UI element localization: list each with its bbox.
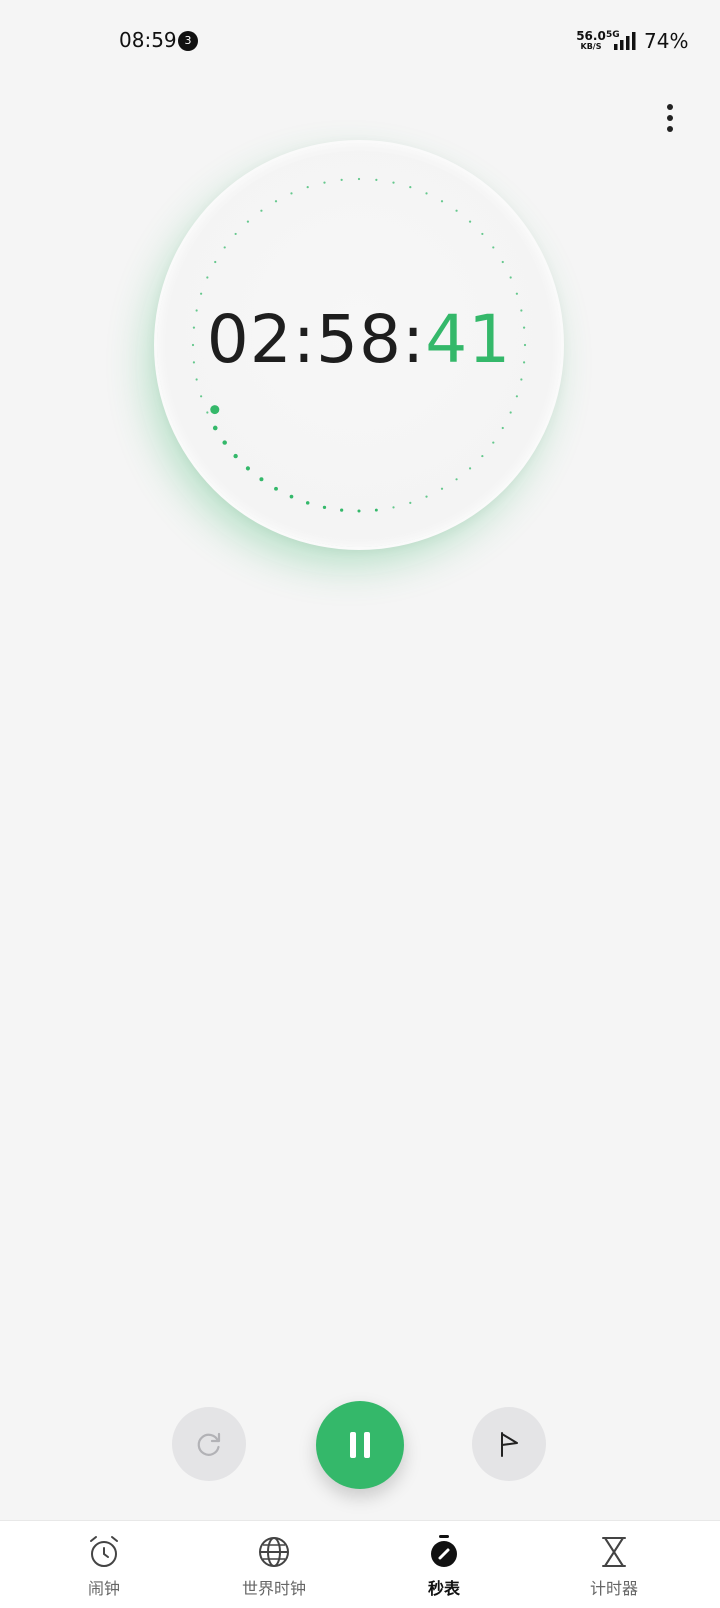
status-time: 08:59 bbox=[119, 28, 177, 52]
elapsed-time: 02:58:41 bbox=[157, 300, 561, 380]
dial-tick bbox=[246, 220, 250, 223]
tab-timer-label: 计时器 bbox=[589, 1579, 638, 1598]
dial-tick bbox=[440, 487, 444, 490]
dial-tick bbox=[392, 506, 395, 509]
dial-tick bbox=[200, 292, 203, 295]
dial-tick bbox=[357, 177, 361, 181]
dial-tick bbox=[425, 495, 428, 498]
dial-tick bbox=[492, 246, 495, 249]
dial-tick bbox=[200, 395, 203, 398]
dial-tick bbox=[274, 200, 278, 203]
dial-tick bbox=[212, 425, 218, 431]
dial-tick bbox=[492, 441, 495, 444]
pause-button[interactable] bbox=[316, 1401, 404, 1489]
hourglass-icon bbox=[602, 1537, 626, 1567]
dial-tick bbox=[340, 508, 344, 512]
dial-tick bbox=[290, 192, 293, 195]
dial-tick bbox=[440, 200, 444, 203]
bottom-navigation: 闹钟 世界时钟 秒表 计时器 bbox=[0, 1520, 720, 1608]
globe-icon bbox=[259, 1537, 289, 1567]
dial-tick bbox=[515, 292, 518, 295]
dial-tick bbox=[515, 395, 518, 398]
dial-tick bbox=[234, 232, 237, 236]
tab-timer[interactable]: 计时器 bbox=[554, 1521, 674, 1608]
signal-icon bbox=[614, 32, 636, 50]
lap-button[interactable] bbox=[472, 1407, 546, 1481]
dial-tick bbox=[214, 260, 217, 264]
dial-tick bbox=[306, 186, 309, 189]
tab-alarm[interactable]: 闹钟 bbox=[44, 1521, 164, 1608]
dial-tick bbox=[305, 501, 310, 505]
elapsed-seconds: 41 bbox=[425, 301, 512, 378]
elapsed-hours-minutes: 02:58: bbox=[206, 301, 426, 378]
dial-tick bbox=[501, 426, 504, 430]
tab-alarm-label: 闹钟 bbox=[87, 1579, 120, 1598]
battery-level: 74% bbox=[644, 29, 689, 53]
current-second-indicator bbox=[210, 405, 220, 415]
pause-icon bbox=[350, 1432, 370, 1458]
dial-tick bbox=[274, 486, 278, 491]
more-vertical-icon bbox=[667, 104, 673, 132]
dial-tick bbox=[409, 501, 412, 504]
dial-tick bbox=[501, 260, 504, 264]
dial-tick bbox=[245, 466, 250, 471]
tab-stopwatch[interactable]: 秒表 bbox=[384, 1521, 504, 1608]
flag-icon bbox=[501, 1432, 518, 1457]
dial-tick bbox=[481, 454, 484, 458]
dial-tick bbox=[392, 181, 395, 184]
network-speed-unit: KB/S bbox=[580, 42, 602, 51]
dial-tick bbox=[375, 178, 378, 182]
dial-tick bbox=[289, 494, 294, 499]
notification-badge: 3 bbox=[178, 31, 198, 51]
dial-tick bbox=[425, 192, 428, 195]
dial-tick bbox=[357, 509, 361, 513]
dial-tick bbox=[468, 220, 472, 223]
dial-tick bbox=[509, 411, 512, 414]
dial-tick bbox=[233, 453, 238, 459]
network-speed-value: 56.0 bbox=[576, 29, 606, 43]
stopwatch-screen: 08:59 3 56.0 KB/S 5G 74% 02:58:41 闹钟 世界时… bbox=[0, 0, 720, 1608]
dial-tick bbox=[481, 232, 484, 236]
dial-tick bbox=[455, 209, 458, 212]
tab-world-clock-label: 世界时钟 bbox=[241, 1579, 306, 1598]
dial-tick bbox=[455, 478, 458, 481]
dial-tick bbox=[260, 209, 263, 212]
dial-tick bbox=[340, 178, 343, 182]
tab-stopwatch-label: 秒表 bbox=[427, 1579, 460, 1598]
dial-tick bbox=[374, 508, 378, 512]
dial-tick bbox=[323, 181, 326, 184]
dial-tick bbox=[222, 440, 227, 445]
dial-tick bbox=[322, 505, 327, 510]
dial-tick bbox=[206, 411, 209, 414]
dial-tick bbox=[206, 276, 209, 279]
dial-tick bbox=[509, 276, 512, 279]
reset-icon bbox=[197, 1432, 221, 1456]
stopwatch-icon bbox=[431, 1535, 457, 1567]
more-options-button[interactable] bbox=[652, 100, 688, 140]
dial-tick bbox=[468, 467, 472, 470]
dial-tick bbox=[409, 186, 412, 189]
dial-tick bbox=[223, 246, 226, 249]
reset-button[interactable] bbox=[172, 1407, 246, 1481]
tab-world-clock[interactable]: 世界时钟 bbox=[214, 1521, 334, 1608]
status-bar: 08:59 3 56.0 KB/S 5G 74% bbox=[0, 0, 720, 84]
network-speed: 56.0 KB/S bbox=[576, 30, 606, 51]
dial-tick bbox=[259, 477, 264, 482]
alarm-clock-icon bbox=[90, 1536, 118, 1567]
